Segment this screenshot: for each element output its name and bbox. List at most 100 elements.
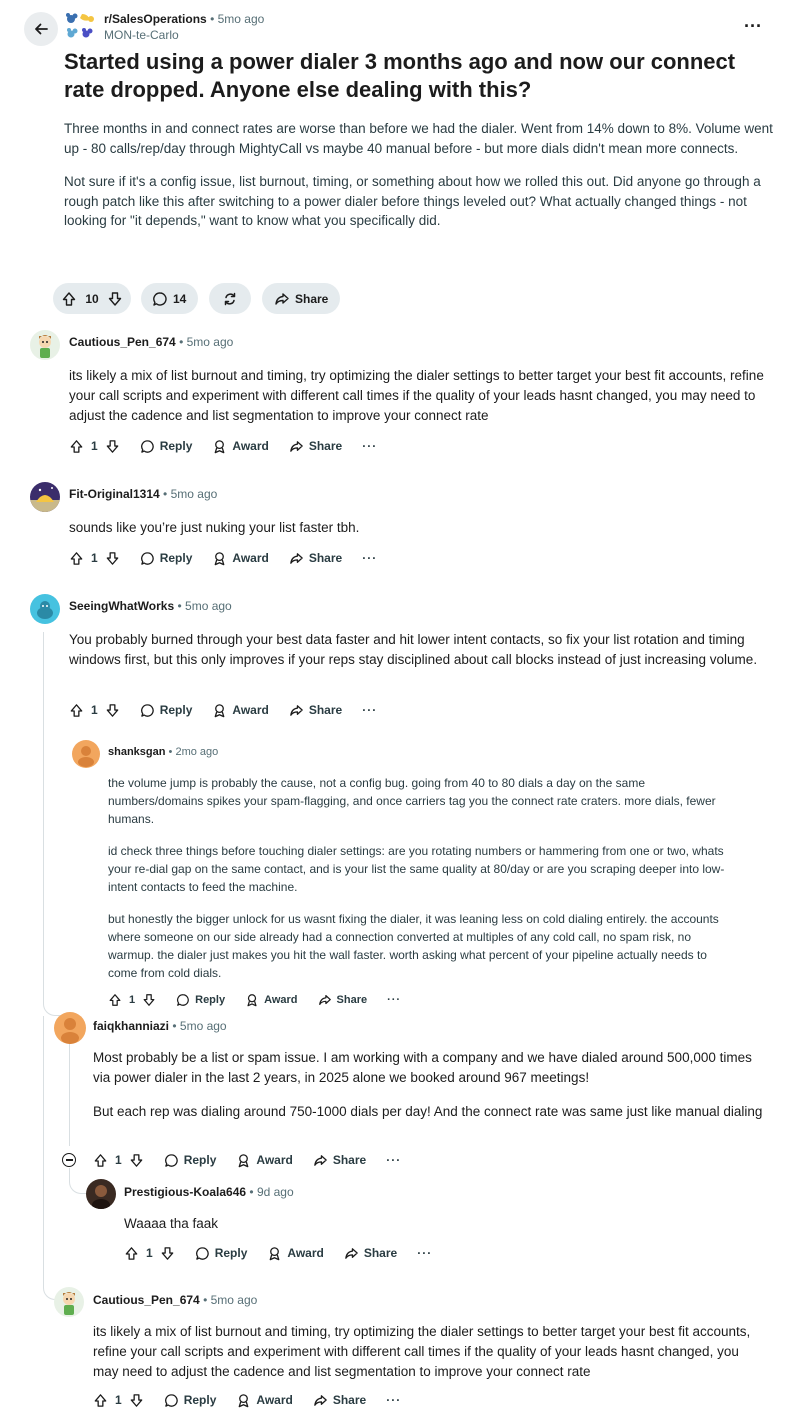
award-label: Award <box>287 1246 324 1260</box>
post-body: Three months in and connect rates are wo… <box>64 119 776 245</box>
share-label: Share <box>332 1153 367 1167</box>
upvote-icon[interactable] <box>93 1393 108 1408</box>
share-button[interactable]: Share <box>313 1393 366 1408</box>
award-button[interactable]: Award <box>267 1246 324 1261</box>
post-repost-button[interactable] <box>209 283 251 314</box>
separator-dot: • <box>168 746 173 758</box>
subreddit-name[interactable]: r/SalesOperations <box>104 12 207 26</box>
reply-button[interactable]: Reply <box>140 703 192 718</box>
post-comments-button[interactable]: 14 <box>141 283 198 314</box>
reply-button[interactable]: Reply <box>140 439 192 454</box>
downvote-icon[interactable] <box>129 1153 144 1168</box>
award-button[interactable]: Award <box>212 551 269 566</box>
award-label: Award <box>256 1153 293 1167</box>
post-paragraph: Not sure if it's a config issue, list bu… <box>64 174 761 228</box>
back-button[interactable] <box>24 12 58 46</box>
award-button[interactable]: Award <box>245 993 298 1007</box>
share-icon <box>290 552 303 564</box>
reply-button[interactable]: Reply <box>195 1246 247 1261</box>
post-title: Started using a power dialer 3 months ag… <box>64 49 736 102</box>
avatar[interactable] <box>86 1179 116 1209</box>
upvote-icon[interactable] <box>61 291 77 307</box>
comment-body: the volume jump is probably the cause, n… <box>108 774 733 996</box>
comment-actions: 1 Reply Award Share ··· <box>93 1150 401 1170</box>
collapse-icon[interactable] <box>62 1153 76 1167</box>
comment-actions: 1 Reply Award Share ··· <box>108 990 401 1010</box>
comment-paragraph: sounds like you’re just nuking your list… <box>69 520 360 535</box>
comment-author[interactable]: faiqkhanniazi <box>93 1019 169 1033</box>
share-button[interactable]: Share <box>313 1153 366 1168</box>
comment-author[interactable]: SeeingWhatWorks <box>69 599 174 613</box>
award-button[interactable]: Award <box>236 1393 293 1408</box>
share-icon <box>314 1154 327 1166</box>
reply-button[interactable]: Reply <box>176 993 225 1007</box>
comment-more-button[interactable]: ··· <box>386 1153 401 1167</box>
comment-body: its likely a mix of list burnout and tim… <box>69 366 769 440</box>
avatar[interactable] <box>72 740 100 768</box>
avatar[interactable] <box>54 1287 84 1317</box>
subreddit-icon[interactable] <box>64 12 98 42</box>
avatar[interactable] <box>30 482 60 512</box>
comment-more-button[interactable]: ··· <box>417 1246 432 1260</box>
upvote-icon[interactable] <box>124 1246 139 1261</box>
upvote-icon[interactable] <box>69 439 84 454</box>
comment-more-button[interactable]: ··· <box>386 1393 401 1407</box>
vote-count: 1 <box>91 703 98 717</box>
downvote-icon[interactable] <box>105 703 120 718</box>
post-vote-count: 10 <box>85 291 99 306</box>
comment-more-button[interactable]: ··· <box>362 551 377 565</box>
share-label: Share <box>308 551 343 565</box>
separator-dot: • <box>210 12 215 26</box>
reply-button[interactable]: Reply <box>164 1153 216 1168</box>
award-icon <box>270 1246 280 1260</box>
avatar[interactable] <box>30 594 60 624</box>
comment-icon <box>140 439 154 453</box>
comment-icon <box>195 1246 209 1260</box>
comment-author[interactable]: shanksgan <box>108 746 165 758</box>
subreddit-line: r/SalesOperations • 5mo ago <box>104 12 264 26</box>
comment-paragraph: id check three things before touching di… <box>108 844 725 894</box>
downvote-icon[interactable] <box>105 439 120 454</box>
comment-age: 5mo ago <box>210 1293 258 1307</box>
post-share-button[interactable]: Share <box>262 283 340 314</box>
upvote-icon[interactable] <box>93 1153 108 1168</box>
downvote-icon[interactable] <box>107 291 123 307</box>
upvote-icon[interactable] <box>69 551 84 566</box>
downvote-icon[interactable] <box>129 1393 144 1408</box>
vote-count: 1 <box>91 551 98 565</box>
thread-line <box>43 632 44 972</box>
post-author[interactable]: MON-te-Carlo <box>104 28 179 42</box>
reply-button[interactable]: Reply <box>140 551 192 566</box>
share-button[interactable]: Share <box>318 993 367 1007</box>
comment-author[interactable]: Prestigious-Koala646 <box>124 1185 246 1199</box>
comment-more-button[interactable]: ··· <box>362 439 377 453</box>
award-button[interactable]: Award <box>212 439 269 454</box>
downvote-icon[interactable] <box>142 993 156 1007</box>
share-button[interactable]: Share <box>289 703 342 718</box>
avatar[interactable] <box>54 1012 86 1044</box>
avatar[interactable] <box>30 330 60 360</box>
comment-author[interactable]: Fit-Original1314 <box>69 487 160 501</box>
share-button[interactable]: Share <box>289 439 342 454</box>
reply-button[interactable]: Reply <box>164 1393 216 1408</box>
comment-author[interactable]: Cautious_Pen_674 <box>93 1293 200 1307</box>
share-button[interactable]: Share <box>344 1246 397 1261</box>
comment-header: Cautious_Pen_674 • 5mo ago <box>69 335 233 349</box>
award-button[interactable]: Award <box>236 1153 293 1168</box>
upvote-icon[interactable] <box>69 703 84 718</box>
post-more-button[interactable]: ··· <box>744 16 762 36</box>
post-share-label: Share <box>295 291 329 306</box>
comment-more-button[interactable]: ··· <box>362 703 377 717</box>
upvote-icon[interactable] <box>108 993 122 1007</box>
award-button[interactable]: Award <box>212 703 269 718</box>
comment-age: 5mo ago <box>186 335 234 349</box>
downvote-icon[interactable] <box>160 1246 175 1261</box>
comment-paragraph: its likely a mix of list burnout and tim… <box>93 1324 751 1379</box>
separator-dot: • <box>179 335 184 349</box>
repost-icon <box>222 291 238 307</box>
comment-author[interactable]: Cautious_Pen_674 <box>69 335 176 349</box>
share-button[interactable]: Share <box>289 551 342 566</box>
downvote-icon[interactable] <box>105 551 120 566</box>
comment-more-button[interactable]: ··· <box>387 994 401 1006</box>
comment-icon <box>177 994 189 1006</box>
